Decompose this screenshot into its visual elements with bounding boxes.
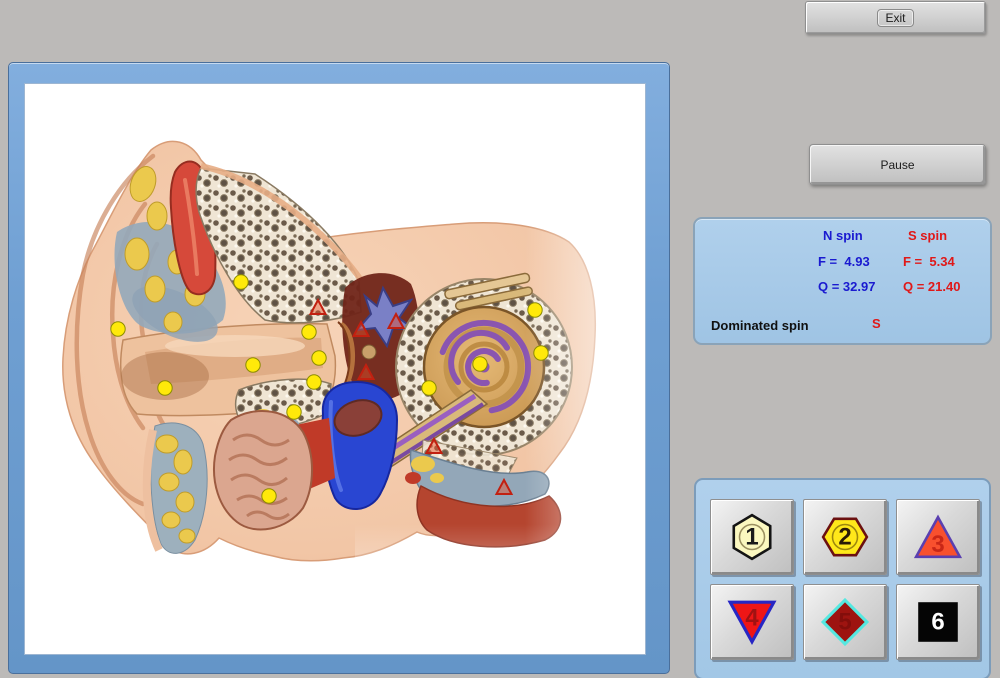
dominated-spin-value: S — [872, 316, 881, 331]
triangle-up-icon: 3 — [913, 514, 963, 559]
exit-button-label: Exit — [877, 8, 914, 27]
measure-point-dot — [527, 302, 543, 318]
shape-button-4[interactable]: 4 — [710, 584, 794, 660]
measure-point-dot — [110, 321, 126, 337]
n-spin-q-value: Q = 32.97 — [818, 279, 876, 294]
shape-button-1[interactable]: 1 — [710, 499, 794, 575]
anatomy-image-panel — [8, 62, 670, 674]
shape-buttons-panel: 1 2 3 4 5 6 — [694, 478, 991, 678]
spin-info-panel: N spin S spin F = 4.93 F = 5.34 Q = 32.9… — [693, 217, 992, 345]
shape-button-number: 2 — [838, 524, 851, 551]
dominated-spin-label: Dominated spin — [711, 318, 809, 333]
fade-right — [525, 214, 645, 574]
exit-button[interactable]: Exit — [805, 1, 986, 34]
n-spin-f-value: F = 4.93 — [818, 254, 870, 269]
shape-button-5[interactable]: 5 — [803, 584, 887, 660]
measure-point-dot — [533, 345, 549, 361]
measure-point-dot — [306, 374, 322, 390]
s-spin-label: S spin — [908, 228, 948, 243]
pause-button-label: Pause — [880, 157, 915, 172]
n-spin-label: N spin — [823, 228, 863, 243]
s-spin-q-value: Q = 21.40 — [903, 279, 961, 294]
measure-point-dot — [421, 380, 437, 396]
measure-point-dot — [157, 380, 173, 396]
shape-button-6[interactable]: 6 — [896, 584, 980, 660]
measure-point-dot — [301, 324, 317, 340]
shape-button-3[interactable]: 3 — [896, 499, 980, 575]
app-window: Exit Pause N spin S spin F = 4.93 F = 5.… — [0, 0, 1000, 678]
measure-point-dot — [261, 488, 277, 504]
shape-button-number: 1 — [745, 524, 758, 551]
s-spin-f-value: F = 5.34 — [903, 254, 955, 269]
anatomy-canvas — [25, 84, 645, 654]
hexagon-v-icon: 1 — [732, 513, 772, 561]
hexagon-h-icon: 2 — [821, 517, 869, 557]
shape-button-number: 4 — [745, 604, 759, 631]
fat-cluster — [142, 422, 208, 554]
measure-point-dot — [286, 404, 302, 420]
square-icon: 6 — [918, 602, 958, 642]
measure-point-dot — [472, 356, 488, 372]
measure-point-dot — [245, 357, 261, 373]
shape-button-number: 5 — [838, 609, 851, 636]
measure-point-dot — [233, 274, 249, 290]
diamond-icon: 5 — [820, 597, 870, 647]
shape-button-number: 3 — [931, 531, 944, 558]
pause-button[interactable]: Pause — [809, 144, 986, 185]
fade-bottom — [355, 524, 645, 654]
triangle-down-icon: 4 — [727, 600, 777, 646]
shape-button-number: 6 — [931, 609, 944, 636]
ear-anatomy-illustration — [62, 140, 645, 654]
shape-button-2[interactable]: 2 — [803, 499, 887, 575]
measure-point-dot — [311, 350, 327, 366]
